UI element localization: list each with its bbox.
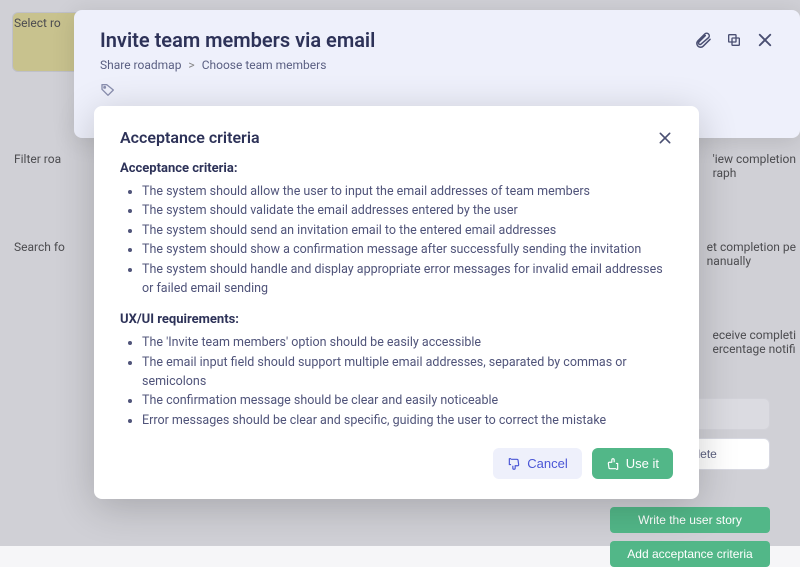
use-it-label: Use it — [626, 456, 659, 471]
list-item: The system should handle and display app… — [142, 260, 673, 299]
breadcrumb-item[interactable]: Choose team members — [202, 58, 327, 72]
panel-title: Invite team members via email — [100, 28, 375, 52]
list-item: The email input field should support mul… — [142, 353, 673, 392]
modal-title: Acceptance criteria — [120, 128, 260, 147]
list-item: The system should send an invitation ema… — [142, 221, 673, 240]
write-user-story-button[interactable]: Write the user story — [610, 507, 770, 533]
use-it-button[interactable]: Use it — [592, 448, 673, 479]
list-item: The system should allow the user to inpu… — [142, 182, 673, 201]
cancel-button[interactable]: Cancel — [493, 448, 581, 479]
list-item: The 'Invite team members' option should … — [142, 333, 673, 352]
tag-icon[interactable] — [100, 82, 116, 98]
close-icon[interactable] — [756, 31, 774, 49]
attachment-icon[interactable] — [694, 31, 712, 49]
breadcrumb-item[interactable]: Share roadmap — [100, 58, 181, 72]
list-item: Error messages should be clear and speci… — [142, 411, 673, 430]
cancel-label: Cancel — [527, 456, 567, 471]
acceptance-criteria-list: The system should allow the user to inpu… — [120, 182, 673, 298]
thumbs-up-icon — [606, 457, 620, 471]
add-acceptance-criteria-button[interactable]: Add acceptance criteria — [610, 541, 770, 567]
breadcrumb: Share roadmap > Choose team members — [100, 58, 774, 72]
list-item: The system should show a confirmation me… — [142, 240, 673, 259]
acceptance-criteria-modal: Acceptance criteria Acceptance criteria:… — [94, 106, 699, 499]
list-item: The system should validate the email add… — [142, 201, 673, 220]
section-header-ac: Acceptance criteria: — [120, 161, 673, 176]
thumbs-down-icon — [507, 457, 521, 471]
section-header-ux: UX/UI requirements: — [120, 312, 673, 327]
copy-icon[interactable] — [726, 32, 742, 48]
close-icon[interactable] — [657, 130, 673, 146]
list-item: The confirmation message should be clear… — [142, 391, 673, 410]
ux-requirements-list: The 'Invite team members' option should … — [120, 333, 673, 430]
